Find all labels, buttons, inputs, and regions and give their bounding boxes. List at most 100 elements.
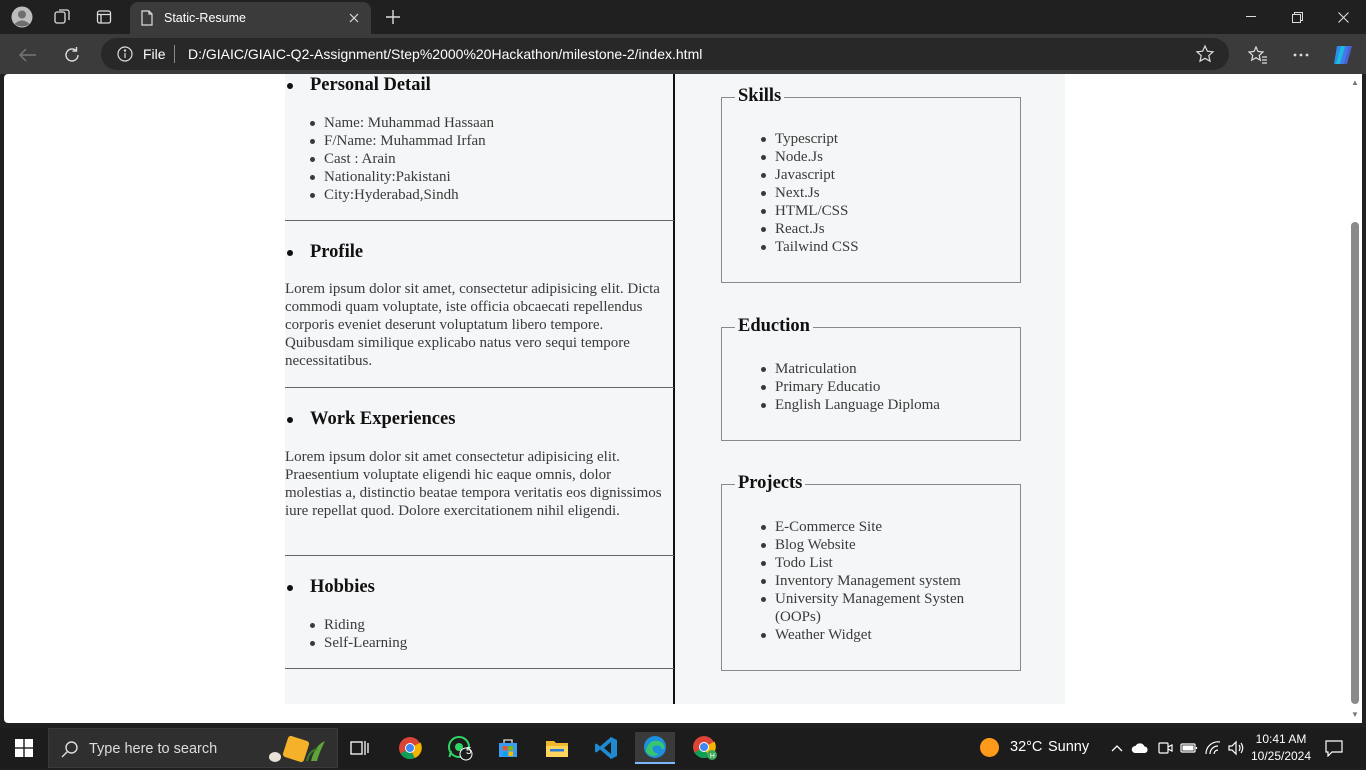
heading-bullet bbox=[287, 250, 293, 256]
resume-container: Personal Detail Name: Muhammad Hassaan F… bbox=[285, 74, 1065, 704]
scroll-thumb[interactable] bbox=[1351, 222, 1359, 704]
taskbar-search-box[interactable]: Type here to search bbox=[48, 728, 338, 768]
projects-fieldset: Projects E-Commerce Site Blog Website To… bbox=[721, 473, 1021, 671]
task-view-icon[interactable] bbox=[340, 732, 380, 764]
system-clock[interactable]: 10:41 AM 10/25/2024 bbox=[1250, 731, 1312, 765]
profile-title: Profile bbox=[310, 242, 364, 262]
personal-detail-list: Name: Muhammad Hassaan F/Name: Muhammad … bbox=[309, 114, 494, 204]
svg-text:H: H bbox=[710, 752, 715, 760]
skills-fieldset: Skills Typescript Node.Js Javascript Nex… bbox=[721, 86, 1021, 283]
list-item: E-Commerce Site bbox=[760, 518, 975, 536]
list-item: Next.Js bbox=[760, 184, 859, 202]
heading-bullet bbox=[287, 417, 293, 423]
tab-title: Static-Resume bbox=[164, 11, 246, 25]
whatsapp-badge: 5 bbox=[466, 746, 472, 757]
browser-titlebar: Static-Resume bbox=[0, 0, 1366, 34]
weather-condition: Sunny bbox=[1048, 739, 1090, 755]
list-item: Typescript bbox=[760, 130, 859, 148]
work-experience-section: Work Experiences Lorem ipsum dolor sit a… bbox=[285, 388, 674, 556]
education-fieldset: Eduction Matriculation Primary Educatio … bbox=[721, 316, 1021, 441]
hobbies-section: Hobbies Riding Self-Learning bbox=[285, 556, 674, 669]
edge-icon[interactable] bbox=[635, 732, 675, 764]
copilot-icon[interactable] bbox=[1330, 42, 1356, 68]
projects-list: E-Commerce Site Blog Website Todo List I… bbox=[760, 518, 975, 644]
work-experience-title: Work Experiences bbox=[310, 409, 456, 429]
more-options-icon[interactable] bbox=[1288, 42, 1314, 68]
skills-list: Typescript Node.Js Javascript Next.Js HT… bbox=[760, 130, 859, 256]
restore-icon[interactable] bbox=[1274, 0, 1320, 34]
list-item: University Management Systen (OOPs) bbox=[760, 590, 975, 626]
list-item: City:Hyderabad,Sindh bbox=[309, 186, 494, 204]
meet-now-icon[interactable] bbox=[1156, 739, 1174, 757]
list-item: React.Js bbox=[760, 220, 859, 238]
windows-start-icon[interactable] bbox=[0, 728, 48, 768]
skills-legend: Skills bbox=[735, 86, 785, 107]
address-separator bbox=[174, 45, 175, 63]
list-item: F/Name: Muhammad Irfan bbox=[309, 132, 494, 150]
list-item: Nationality:Pakistani bbox=[309, 168, 494, 186]
scroll-up-arrow-icon[interactable]: ▲ bbox=[1351, 78, 1359, 87]
chrome-icon[interactable] bbox=[390, 732, 430, 764]
clock-time: 10:41 AM bbox=[1255, 732, 1307, 746]
address-bar[interactable]: File D:/GIAIC/GIAIC-Q2-Assignment/Step%2… bbox=[101, 38, 1229, 70]
microsoft-store-icon[interactable] bbox=[488, 732, 528, 764]
workspaces-icon[interactable] bbox=[50, 6, 74, 28]
heading-bullet bbox=[287, 83, 293, 89]
list-item: Matriculation bbox=[760, 360, 940, 378]
volume-icon[interactable] bbox=[1227, 739, 1245, 757]
file-explorer-icon[interactable] bbox=[537, 732, 577, 764]
search-highlight-icon bbox=[267, 733, 329, 770]
list-item: Javascript bbox=[760, 166, 859, 184]
page-document-icon bbox=[140, 10, 154, 29]
projects-legend: Projects bbox=[735, 473, 806, 494]
resume-left-column: Personal Detail Name: Muhammad Hassaan F… bbox=[285, 74, 675, 704]
list-item: Riding bbox=[309, 616, 407, 634]
site-info-icon[interactable] bbox=[117, 46, 133, 65]
refresh-icon[interactable] bbox=[59, 42, 85, 68]
list-item: Inventory Management system bbox=[760, 572, 975, 590]
education-legend: Eduction bbox=[735, 316, 813, 337]
favorite-star-icon[interactable] bbox=[1195, 44, 1215, 67]
chrome-profile-icon[interactable]: H bbox=[685, 732, 725, 764]
onedrive-cloud-icon[interactable] bbox=[1131, 739, 1149, 757]
page-viewport[interactable]: Personal Detail Name: Muhammad Hassaan F… bbox=[4, 74, 1348, 723]
scroll-down-arrow-icon[interactable]: ▼ bbox=[1351, 710, 1359, 719]
favorites-icon[interactable] bbox=[1245, 42, 1271, 68]
wifi-icon[interactable] bbox=[1204, 739, 1222, 757]
whatsapp-icon[interactable]: 5 bbox=[440, 732, 480, 764]
list-item: Self-Learning bbox=[309, 634, 407, 652]
new-tab-icon[interactable] bbox=[382, 6, 404, 28]
list-item: Weather Widget bbox=[760, 626, 975, 644]
back-icon[interactable] bbox=[15, 42, 41, 68]
personal-detail-title: Personal Detail bbox=[310, 75, 431, 95]
windows-taskbar: Type here to search 5 H 32°C Sunny 10:41… bbox=[0, 728, 1366, 768]
minimize-icon[interactable] bbox=[1228, 0, 1274, 34]
address-url[interactable]: D:/GIAIC/GIAIC-Q2-Assignment/Step%2000%2… bbox=[188, 46, 702, 62]
battery-icon[interactable] bbox=[1180, 739, 1198, 757]
list-item: Node.Js bbox=[760, 148, 859, 166]
vscode-icon[interactable] bbox=[586, 732, 626, 764]
hobbies-title: Hobbies bbox=[310, 577, 375, 597]
hobbies-list: Riding Self-Learning bbox=[309, 616, 407, 652]
tab-actions-icon[interactable] bbox=[92, 6, 116, 28]
profile-section: Profile Lorem ipsum dolor sit amet, cons… bbox=[285, 221, 674, 388]
list-item: Primary Educatio bbox=[760, 378, 940, 396]
personal-detail-section: Personal Detail Name: Muhammad Hassaan F… bbox=[285, 74, 674, 221]
list-item: Todo List bbox=[760, 554, 975, 572]
list-item: HTML/CSS bbox=[760, 202, 859, 220]
education-list: Matriculation Primary Educatio English L… bbox=[760, 360, 940, 414]
notifications-icon[interactable] bbox=[1324, 738, 1344, 758]
search-placeholder: Type here to search bbox=[89, 741, 218, 757]
sun-icon bbox=[980, 738, 999, 757]
profile-avatar-icon[interactable] bbox=[10, 6, 34, 28]
work-experience-text: Lorem ipsum dolor sit amet consectetur a… bbox=[285, 449, 662, 519]
vertical-scrollbar[interactable]: ▲ ▼ bbox=[1348, 74, 1362, 723]
list-item: Cast : Arain bbox=[309, 150, 494, 168]
clock-date: 10/25/2024 bbox=[1250, 749, 1312, 763]
show-hidden-icons-icon[interactable] bbox=[1108, 739, 1126, 757]
tab-static-resume[interactable]: Static-Resume bbox=[130, 2, 371, 34]
weather-temperature: 32°C bbox=[1010, 739, 1043, 755]
profile-text: Lorem ipsum dolor sit amet, consectetur … bbox=[285, 281, 660, 369]
close-window-icon[interactable] bbox=[1320, 0, 1366, 34]
tab-close-icon[interactable] bbox=[345, 9, 363, 27]
